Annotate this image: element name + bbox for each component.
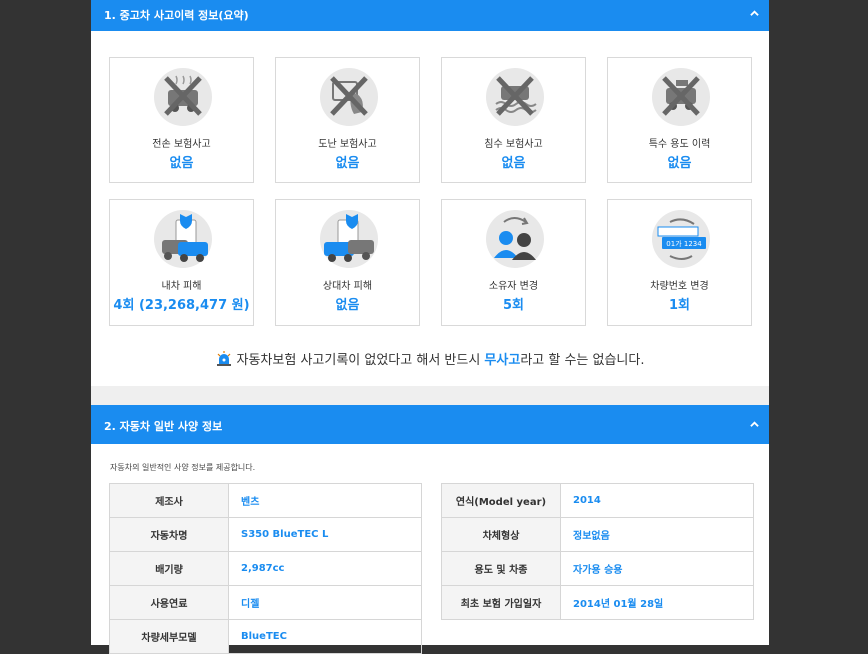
card-value: 없음: [335, 298, 360, 313]
spec-key: 차체형상: [441, 517, 561, 552]
section2-title: 2. 자동차 일반 사양 정보: [104, 420, 223, 433]
other-car-damage-icon: [320, 210, 378, 268]
card-label: 내차 피해: [161, 281, 202, 292]
spec-table-right: 연식(Model year) 2014 차체형상 정보없음 용도 및 차종 자가용 승…: [441, 483, 754, 620]
section2-header[interactable]: 2. 자동차 일반 사양 정보: [91, 405, 769, 444]
flood-icon: [486, 68, 544, 126]
spec-key: 연식(Model year): [441, 483, 561, 518]
card-other-car-damage: 상대차 피해 없음: [275, 199, 420, 326]
card-label: 상대차 피해: [322, 281, 373, 292]
table-row: 차량세부모델 BlueTEC: [109, 619, 422, 654]
card-value: 없음: [335, 156, 360, 171]
spec-key: 사용연료: [109, 585, 229, 620]
spec-key: 제조사: [109, 483, 229, 518]
plate-change-icon: 01가 1234: [652, 210, 710, 268]
table-row: 용도 및 차종 자가용 승용: [441, 551, 754, 586]
chevron-up-icon[interactable]: [750, 420, 759, 429]
card-owner-change: 소유자 변경 5회: [441, 199, 586, 326]
report-page: 1. 중고차 사고이력 정보(요약) 전손 보험사고 없음 도난 보험사고 없음…: [91, 0, 769, 654]
notice-prefix: 자동차보험 사고기록이 없었다고 해서 반드시: [236, 353, 485, 368]
spec-key: 배기량: [109, 551, 229, 586]
my-car-damage-icon: [154, 210, 212, 268]
spec-value: 2,987cc: [228, 551, 422, 586]
section1-title: 1. 중고차 사고이력 정보(요약): [104, 9, 249, 22]
owner-change-icon: [486, 210, 544, 268]
section1-header[interactable]: 1. 중고차 사고이력 정보(요약): [91, 0, 769, 31]
spec-value: 벤츠: [228, 483, 422, 518]
section1-panel: 전손 보험사고 없음 도난 보험사고 없음 침수 보험사고 없음 특수 용도 이…: [91, 31, 769, 386]
card-label: 전손 보험사고: [152, 139, 211, 150]
table-row: 배기량 2,987cc: [109, 551, 422, 586]
spec-key: 최초 보험 가입일자: [441, 585, 561, 620]
theft-icon: [320, 68, 378, 126]
card-value: 없음: [501, 156, 526, 171]
card-flood: 침수 보험사고 없음: [441, 57, 586, 183]
spec-value: 2014: [560, 483, 754, 518]
notice-highlight: 무사고: [484, 353, 521, 368]
card-label: 도난 보험사고: [318, 139, 377, 150]
card-special-use: 특수 용도 이력 없음: [607, 57, 752, 183]
card-value: 1회: [668, 298, 690, 313]
card-value: 5회: [502, 298, 524, 313]
spec-table-left: 제조사 벤츠 자동차명 S350 BlueTEC L 배기량 2,987cc 사용연료…: [109, 483, 422, 654]
section2-description: 자동차의 일반적인 사양 정보를 제공합니다.: [110, 463, 256, 472]
notice-suffix: 라고 할 수는 없습니다.: [520, 353, 645, 368]
spec-value: BlueTEC: [228, 619, 422, 654]
table-row: 연식(Model year) 2014: [441, 483, 754, 518]
spec-value: 정보없음: [560, 517, 754, 552]
card-label: 소유자 변경: [488, 281, 539, 292]
card-theft: 도난 보험사고 없음: [275, 57, 420, 183]
chevron-up-icon[interactable]: [750, 9, 759, 18]
spec-value: S350 BlueTEC L: [228, 517, 422, 552]
card-value: 없음: [667, 156, 692, 171]
spec-value: 자가용 승용: [560, 551, 754, 586]
card-value: 없음: [169, 156, 194, 171]
spec-value: 디젤: [228, 585, 422, 620]
card-total-loss: 전손 보험사고 없음: [109, 57, 254, 183]
alarm-icon: [216, 351, 231, 366]
table-row: 자동차명 S350 BlueTEC L: [109, 517, 422, 552]
card-label: 특수 용도 이력: [648, 139, 711, 150]
table-row: 최초 보험 가입일자 2014년 01월 28일: [441, 585, 754, 620]
special-use-icon: [652, 68, 710, 126]
card-value: 4회 (23,268,477 원): [113, 298, 250, 313]
card-my-car-damage: 내차 피해 4회 (23,268,477 원): [109, 199, 254, 326]
plate-text: 01가 1234: [666, 239, 702, 248]
spec-key: 용도 및 차종: [441, 551, 561, 586]
table-row: 차체형상 정보없음: [441, 517, 754, 552]
card-plate-change: 01가 1234 차량번호 변경 1회: [607, 199, 752, 326]
table-row: 사용연료 디젤: [109, 585, 422, 620]
card-label: 차량번호 변경: [650, 281, 709, 292]
no-accident-notice: 자동차보험 사고기록이 없었다고 해서 반드시 무사고라고 할 수는 없습니다.: [91, 349, 769, 368]
spec-value: 2014년 01월 28일: [560, 585, 754, 620]
spec-key: 자동차명: [109, 517, 229, 552]
spec-key: 차량세부모델: [109, 619, 229, 654]
table-row: 제조사 벤츠: [109, 483, 422, 518]
total-loss-icon: [154, 68, 212, 126]
card-label: 침수 보험사고: [484, 139, 543, 150]
